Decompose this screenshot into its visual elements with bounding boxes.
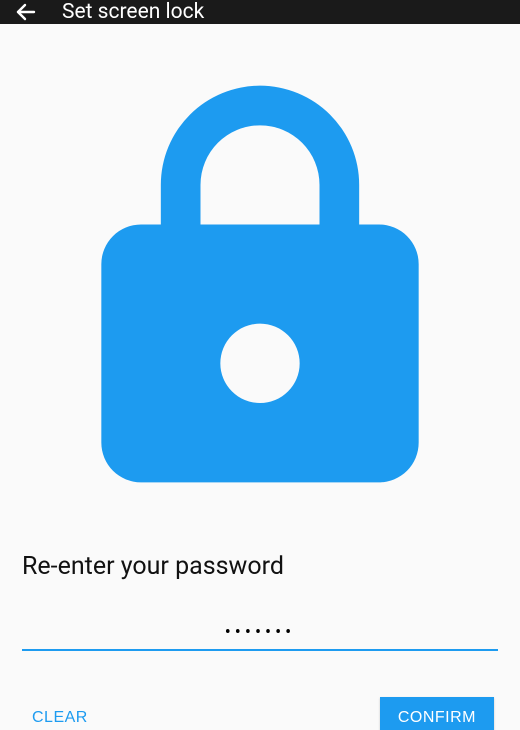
confirm-button[interactable]: CONFIRM — [380, 697, 494, 730]
content-area: Re-enter your password ••••••• CLEAR CON… — [0, 24, 520, 730]
app-header: Set screen lock — [0, 0, 520, 24]
page-title: Set screen lock — [62, 0, 204, 24]
button-row: CLEAR CONFIRM — [22, 697, 498, 730]
lock-icon — [22, 507, 498, 526]
prompt-text: Re-enter your password — [22, 552, 498, 581]
password-input[interactable]: ••••••• — [22, 615, 498, 651]
back-arrow-icon[interactable] — [14, 0, 38, 24]
clear-button[interactable]: CLEAR — [26, 699, 94, 730]
